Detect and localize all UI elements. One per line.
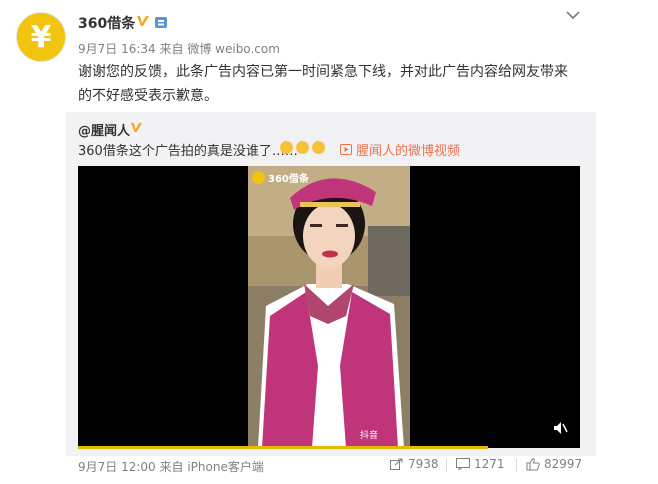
post-meta: 9月7日 16:34 来自 微博 weibo.com [78,40,280,57]
post-time[interactable]: 9月7日 16:34 [78,42,156,56]
douyin-watermark: 抖音 [360,431,379,441]
comment-icon [456,458,470,470]
repost-source[interactable]: 来自 iPhone客户端 [160,460,264,474]
brand-logo-icon [252,171,265,184]
post-text: 谢谢您的反馈，此条广告内容已第一时间紧急下线，并对此广告内容给网友带来 的不好感… [78,60,598,108]
verified-icon [130,122,143,133]
repost-time[interactable]: 9月7日 12:00 [78,460,156,474]
repost-author[interactable]: @腥闻人 [78,120,130,139]
chevron-down-icon[interactable] [566,10,580,20]
author-name[interactable]: 360借条 [78,13,135,33]
video-link[interactable]: 腥闻人的微博视频 [340,140,460,159]
comment-count-value: 1271 [474,457,505,471]
crying-emoji-icon [296,141,309,154]
post-source[interactable]: 微博 weibo.com [187,42,280,56]
thumbs-up-icon [526,457,540,470]
mute-icon[interactable] [552,420,568,436]
divider [516,458,517,472]
author-avatar[interactable]: ¥ [16,12,66,62]
share-icon [390,458,403,470]
source-prefix: 来自 [159,42,184,56]
avatar-glyph: ¥ [30,19,52,55]
video-progress-bar[interactable] [78,446,488,449]
post-text-line: 的不好感受表示歉意。 [78,88,218,104]
video-link-label: 腥闻人的微博视频 [356,144,461,159]
repost-count[interactable]: 7938 [390,457,439,471]
comment-count[interactable]: 1271 [456,457,505,471]
watermark-text: 360借条 [268,174,309,185]
repost-footer-meta: 9月7日 12:00 来自 iPhone客户端 [78,458,264,475]
video-watermark: 360借条 [252,170,309,185]
like-count[interactable]: 82997 [526,457,582,471]
divider [446,458,447,472]
crying-emoji-icon [280,141,293,154]
video-frame-image [248,166,410,448]
video-frame: 360借条 抖音 [248,166,410,448]
repost-text: 360借条这个广告拍的真是没谁了…… [78,144,298,159]
repost-count-value: 7938 [408,457,439,471]
verified-icon [137,16,149,26]
post-text-line: 谢谢您的反馈，此条广告内容已第一时间紧急下线，并对此广告内容给网友带来 [78,64,568,80]
video-icon [340,144,352,155]
crying-emoji-icon [312,141,325,154]
like-count-value: 82997 [544,457,583,471]
member-icon[interactable] [154,15,168,29]
